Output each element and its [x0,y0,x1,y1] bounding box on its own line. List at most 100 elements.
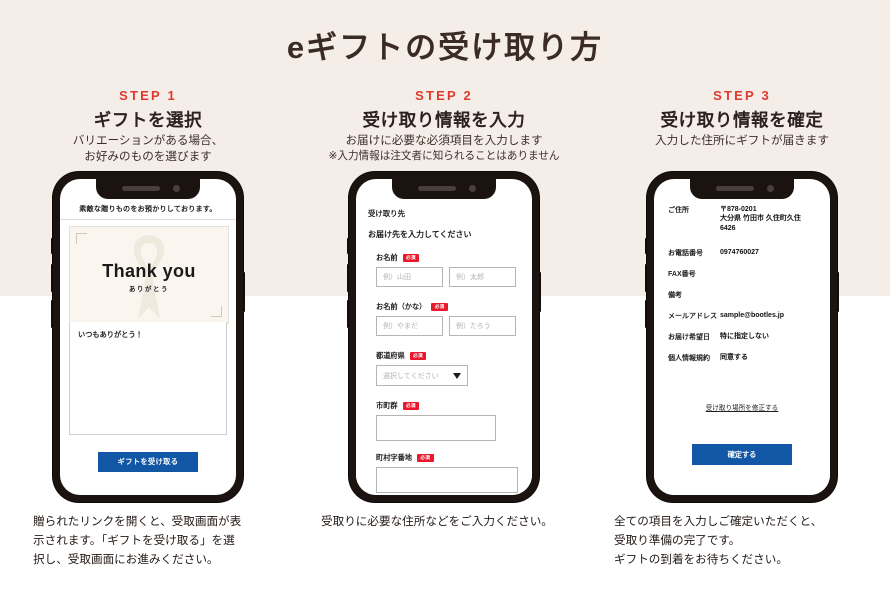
summary-value-phone: 0974760027 [720,249,759,256]
phone2-volume-down-button [347,300,349,328]
street-input[interactable] [376,467,518,493]
field-prefecture-label-text: 都道府県 [376,351,405,360]
phone1-speaker-icon [122,186,160,191]
phone3-mute-switch [645,238,647,254]
phone1-mute-switch [51,238,53,254]
summary-value-email: sample@bootles.jp [720,312,785,319]
field-street-label-text: 町村字番地 [376,453,412,462]
step-2-caption-line1: 受取りに必要な住所などをご入力ください。 [321,515,553,528]
step-3-desc-line1: 入力した住所にギフトが届きます [655,134,829,147]
summary-value-note [720,290,818,300]
card-corner-bottom-right [211,306,222,317]
first-name-kana-input[interactable]: 例）たろう [449,316,516,336]
city-input[interactable] [376,415,496,441]
summary-row-phone: お電話番号 0974760027 [668,248,818,258]
field-name-inputs: 例）山田 例）太郎 [376,267,516,287]
step-column-2: STEP 2 受け取り情報を入力 お届けに必要な必須項目を入力します ※入力情報… [296,0,592,600]
step-column-1: STEP 1 ギフトを選択 バリエーションがある場合、 お好みのものを選びます … [0,0,296,600]
field-street: 町村字番地 必須 [376,453,518,493]
summary-value-privacy: 同意する [720,354,748,361]
step-1-title: ギフトを選択 [93,110,203,130]
recipient-form-heading: 受け取り先 [368,209,405,218]
phone2-volume-up-button [347,264,349,292]
field-name: お名前 必須 例）山田 例）太郎 [376,253,516,287]
phone-mockup-2: 受け取り先 お届け先を入力してください お名前 必須 例）山田 例）太郎 お名前… [347,172,541,502]
summary-key-delivery-date: お届け希望日 [668,334,710,341]
step-column-3: STEP 3 受け取り情報を確定 入力した住所にギフトが届きます ご住所 〒87… [594,0,890,600]
field-name-label: お名前 必須 [376,253,516,263]
recipient-form-subheading: お届け先を入力してください [368,230,472,239]
summary-key-phone: お電話番号 [668,250,703,257]
step-1-desc-line1: バリエーションがある場合、 [72,134,224,147]
phone-mockup-1: 素敵な贈りものをお預かりしております。 Thank you ありがとう いつもあ… [51,172,245,502]
phone2-power-button [539,272,541,312]
confirmation-summary: ご住所 〒878-0201 大分県 竹田市 久住町久住 6426 お電話番号 0… [654,199,830,495]
phone1-notch [96,179,200,199]
card-corner-top-left [76,233,87,244]
prefecture-select[interactable]: 選択してください [376,365,468,386]
phone3-camera-icon [767,185,774,192]
summary-row-address: ご住所 〒878-0201 大分県 竹田市 久住町久住 6426 [668,205,818,233]
field-prefecture: 都道府県 必須 選択してください [376,351,516,386]
phone3-volume-up-button [645,264,647,292]
summary-row-note: 備考 [668,290,818,300]
step-1-caption-line1: 贈られたリンクを開くと、受取画面が表 [33,515,242,528]
last-name-kana-input[interactable]: 例）やまだ [376,316,443,336]
field-prefecture-label: 都道府県 必須 [376,351,516,361]
summary-value-address: 〒878-0201 大分県 竹田市 久住町久住 6426 [720,206,801,232]
summary-row-delivery-date: お届け希望日 特に指定しない [668,332,818,342]
phone2-camera-icon [469,185,476,192]
step-3-title: 受け取り情報を確定 [660,110,824,130]
phone-mockup-3: ご住所 〒878-0201 大分県 竹田市 久住町久住 6426 お電話番号 0… [645,172,839,502]
field-street-label: 町村字番地 必須 [376,453,516,463]
phone3-speaker-icon [716,186,754,191]
step-3-caption-line1: 全ての項目を入力しご確定いただくと、 [614,515,823,528]
field-name-kana-required-badge: 必須 [431,303,448,311]
phone3-screen: ご住所 〒878-0201 大分県 竹田市 久住町久住 6426 お電話番号 0… [654,179,830,495]
field-name-kana-label-text: お名前（かな） [376,302,427,311]
phone2-screen: 受け取り先 お届け先を入力してください お名前 必須 例）山田 例）太郎 お名前… [356,179,532,495]
thank-you-subtitle: ありがとう [129,286,169,293]
phone1-volume-down-button [51,300,53,328]
field-city-required-badge: 必須 [402,402,420,410]
edit-delivery-location-link[interactable]: 受け取り場所を修正する [654,402,830,412]
phone2-mute-switch [347,238,349,254]
summary-key-fax: FAX番号 [668,271,696,278]
thank-you-title: Thank you [102,261,196,281]
step-3-label: STEP 3 [713,88,771,103]
summary-key-email: メールアドレス [668,313,717,320]
step-1-desc-line2: お好みのものを選びます [84,150,212,164]
summary-row-privacy: 個人情報規約 同意する [668,353,818,363]
prefecture-select-value: 選択してください [383,372,439,380]
thank-you-card: Thank you ありがとう [69,226,229,324]
step-1-caption-line2: 示されます。「ギフトを受け取る」を選 [33,533,235,547]
step-2-description: お届けに必要な必須項目を入力します ※入力情報は注文者に知られることはありません [296,133,592,164]
chevron-down-icon [453,372,461,379]
phone1-volume-up-button [51,264,53,292]
step-3-caption: 全ての項目を入力しご確定いただくと、 受取り準備の完了です。 ギフトの到着をお待… [614,513,886,569]
field-city: 市町群 必須 [376,401,516,441]
phone2-notch [392,179,496,199]
last-name-input[interactable]: 例）山田 [376,267,443,287]
phone3-power-button [837,272,839,312]
step-2-desc-line2: ※入力情報は注文者に知られることはありません [328,150,560,163]
receive-gift-button[interactable]: ギフトを受け取る [98,452,198,472]
gift-message-box: いつもありがとう！ [69,322,227,435]
gift-greeting-header: 素敵な贈りものをお預かりしております。 [60,199,236,220]
phone2-speaker-icon [418,186,456,191]
summary-key-address: ご住所 [668,207,689,214]
phone1-screen: 素敵な贈りものをお預かりしております。 Thank you ありがとう いつもあ… [60,179,236,495]
summary-row-email: メールアドレス sample@bootles.jp [668,311,818,321]
step-2-desc-line1: お届けに必要な必須項目を入力します [345,134,543,147]
step-2-title: 受け取り情報を入力 [362,110,526,130]
field-name-kana: お名前（かな） 必須 例）やまだ 例）たろう [376,302,516,336]
field-street-required-badge: 必須 [416,454,434,462]
confirm-button[interactable]: 確定する [692,444,792,465]
first-name-input[interactable]: 例）太郎 [449,267,516,287]
phone1-power-button [243,272,245,312]
step-3-caption-line3: ギフトの到着をお待ちください。 [614,552,788,566]
step-1-description: バリエーションがある場合、 お好みのものを選びます [0,133,296,166]
step-2-label: STEP 2 [415,88,473,103]
field-city-label-text: 市町群 [376,401,398,410]
field-name-label-text: お名前 [376,253,398,262]
